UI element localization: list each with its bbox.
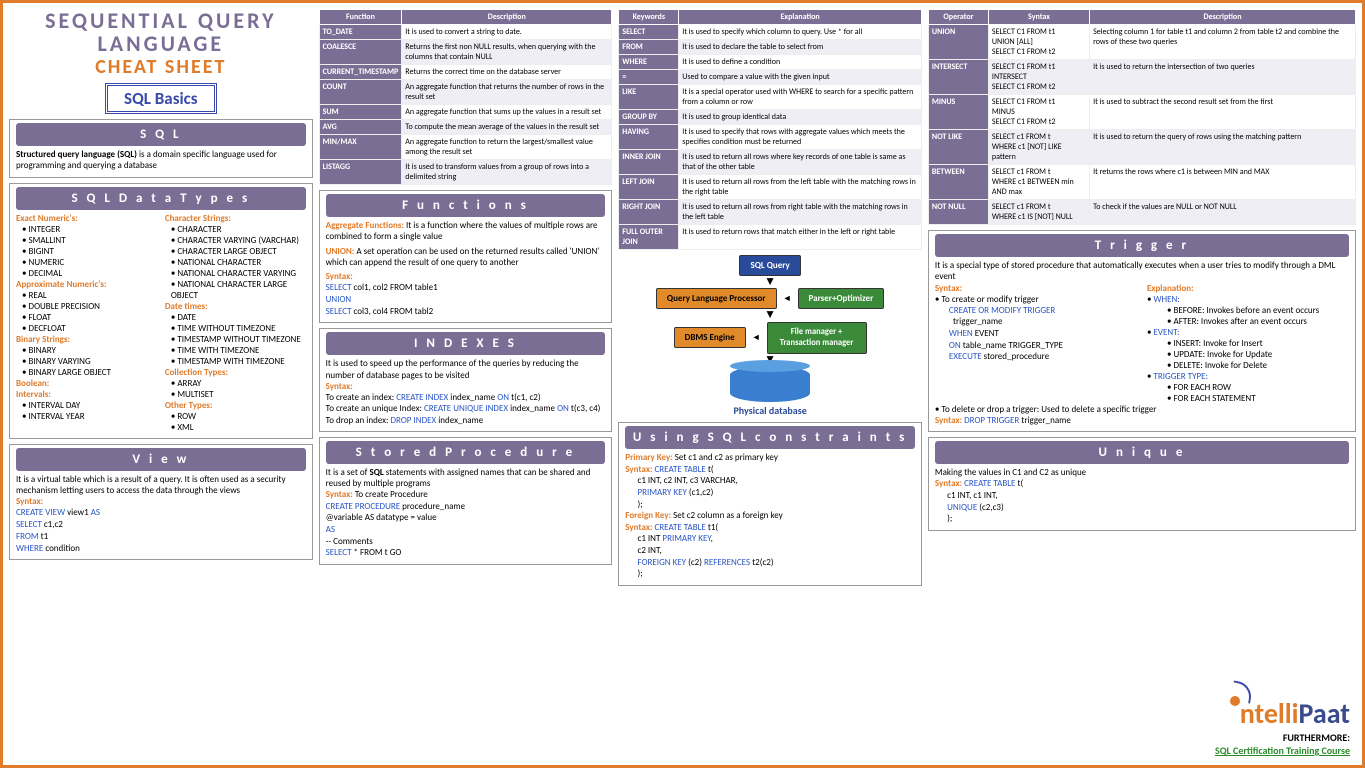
table-row: SELECT xyxy=(619,25,679,40)
functions-code: SELECT col1, col2 FROM table1 UNION SELE… xyxy=(326,282,606,317)
sproc-code: CREATE PROCEDURE procedure_name @variabl… xyxy=(326,501,606,559)
section-unique: U n i q u e Making the values in C1 and … xyxy=(928,437,1356,531)
table-row: MIN/MAX xyxy=(319,135,402,160)
table-row: AVG xyxy=(319,120,402,135)
table-row: NOT LIKE xyxy=(928,130,988,165)
flow-physical-db: Physical database xyxy=(733,404,806,417)
th-keyword: Keywords xyxy=(619,10,679,25)
section-sql: S Q L Structured query language (SQL) is… xyxy=(9,119,313,178)
section-header: V i e w xyxy=(16,448,306,471)
section-datatypes: S Q L D a t a T y p e s Exact Numeric's:… xyxy=(9,183,313,439)
section-header: S Q L xyxy=(16,123,306,146)
section-header: I N D E X E S xyxy=(326,332,606,355)
sql-flow-diagram: SQL Query ▼ Query Language Processor ◄ P… xyxy=(618,255,922,417)
syntax-label: Syntax: xyxy=(16,496,306,507)
section-stored-procedure: S t o r e d P r o c e d u r e It is a se… xyxy=(319,437,613,565)
flow-cylinder-icon xyxy=(730,366,810,402)
table-row: COALESCE xyxy=(319,40,402,65)
th-function: Function xyxy=(319,10,402,25)
dt-exact-list: INTEGERSMALLINTBIGINTNUMERICDECIMAL xyxy=(16,224,157,279)
unique-code: Syntax: CREATE TABLE t( c1 INT, c1 INT, … xyxy=(935,478,1349,525)
functions-table: FunctionDescription TO_DATEIt is used to… xyxy=(319,9,613,185)
trigger-body: It is a special type of stored procedure… xyxy=(935,260,1349,283)
th-explanation: Explanation xyxy=(679,10,922,25)
table-row: MINUS xyxy=(928,95,988,130)
flow-dbms: DBMS Engine xyxy=(674,327,746,348)
table-row: CURRENT_TIMESTAMP xyxy=(319,65,402,80)
indexes-body: It is used to speed up the performance o… xyxy=(326,358,606,381)
table-row: = xyxy=(619,70,679,85)
table-row: GROUP BY xyxy=(619,110,679,125)
dt-approx-h: Approximate Numeric's: xyxy=(16,279,157,290)
section-functions: F u n c t i o n s Aggregate Functions: I… xyxy=(319,190,613,323)
table-row: FROM xyxy=(619,40,679,55)
table-row: WHERE xyxy=(619,55,679,70)
section-indexes: I N D E X E S It is used to speed up the… xyxy=(319,328,613,432)
section-header: S t o r e d P r o c e d u r e xyxy=(326,441,606,464)
table-row: LISTAGG xyxy=(319,160,402,185)
th-operator: Operator xyxy=(928,10,988,25)
unique-body: Making the values in C1 and C2 as unique xyxy=(935,467,1349,478)
table-row: LIKE xyxy=(619,85,679,110)
dt-binary-h: Binary Strings: xyxy=(16,334,157,345)
trigger-code: CREATE OR MODIFY TRIGGER trigger_name WH… xyxy=(935,305,1137,363)
dt-char-h: Character Strings: xyxy=(165,213,306,224)
table-row: INNER JOIN xyxy=(619,150,679,175)
dt-other-h: Other Types: xyxy=(165,400,306,411)
section-header: F u n c t i o n s xyxy=(326,194,606,217)
constraints-pk-code: Syntax: CREATE TABLE t( c1 INT, c2 INT, … xyxy=(625,464,915,511)
title-block: SEQUENTIAL QUERY LANGUAGE CHEAT SHEET SQ… xyxy=(9,9,313,114)
intellipaat-logo: ntelliPaat xyxy=(1215,696,1350,731)
table-row: HAVING xyxy=(619,125,679,150)
title-line-1: SEQUENTIAL QUERY xyxy=(9,9,313,32)
section-view: V i e w It is a virtual table which is a… xyxy=(9,444,313,561)
section-header: S Q L D a t a T y p e s xyxy=(16,187,306,210)
table-row: SUM xyxy=(319,105,402,120)
section-header: U n i q u e xyxy=(935,441,1349,464)
flow-filemgr: File manager + Transaction manager xyxy=(767,322,867,354)
section-trigger: T r i g g e r It is a special type of st… xyxy=(928,230,1356,432)
table-row: UNION xyxy=(928,25,988,60)
view-body: It is a virtual table which is a result … xyxy=(16,474,306,497)
table-row: NOT NULL xyxy=(928,200,988,225)
title-line-3: CHEAT SHEET xyxy=(9,55,313,79)
title-line-2: LANGUAGE xyxy=(9,32,313,55)
flow-parser: Parser+Optimizer xyxy=(798,288,885,309)
section-constraints: U s i n g S Q L c o n s t r a i n t s Pr… xyxy=(618,422,922,586)
keywords-table: KeywordsExplanation SELECTIt is used to … xyxy=(618,9,922,250)
footer-logo-area: ntelliPaat FURTHERMORE: SQL Certificatio… xyxy=(1215,696,1350,757)
constraints-fk-code: Syntax: CREATE TABLE t1( c1 INT PRIMARY … xyxy=(625,522,915,580)
dt-date-h: Date times: xyxy=(165,301,306,312)
table-row: TO_DATE xyxy=(319,25,402,40)
table-row: BETWEEN xyxy=(928,165,988,200)
operators-table: OperatorSyntaxDescription UNIONSELECT C1… xyxy=(928,9,1356,225)
badge-sql-basics: SQL Basics xyxy=(105,83,217,114)
section-header: U s i n g S Q L c o n s t r a i n t s xyxy=(625,426,915,449)
training-link[interactable]: SQL Certification Training Course xyxy=(1215,744,1350,757)
syntax-label: Syntax: xyxy=(326,271,606,282)
table-row: INTERSECT xyxy=(928,60,988,95)
dt-interval-h: Intervals: xyxy=(16,389,157,400)
th-desc: Description xyxy=(1090,10,1356,25)
dt-coll-h: Collection Types: xyxy=(165,367,306,378)
dt-exact-h: Exact Numeric's: xyxy=(16,213,157,224)
table-row: FULL OUTER JOIN xyxy=(619,225,679,250)
flow-sql-query: SQL Query xyxy=(739,255,800,276)
dt-bool-h: Boolean: xyxy=(16,378,157,389)
table-row: LEFT JOIN xyxy=(619,175,679,200)
th-syntax: Syntax xyxy=(988,10,1089,25)
table-row: COUNT xyxy=(319,80,402,105)
flow-qlp: Query Language Processor xyxy=(656,288,777,309)
table-row: RIGHT JOIN xyxy=(619,200,679,225)
logo-icon xyxy=(1230,696,1240,706)
view-code: CREATE VIEW view1 AS SELECT c1,c2 FROM t… xyxy=(16,507,306,554)
section-header: T r i g g e r xyxy=(935,234,1349,257)
th-desc: Description xyxy=(402,10,612,25)
furthermore-label: FURTHERMORE: xyxy=(1283,731,1350,744)
syntax-label: Syntax: xyxy=(326,381,606,392)
